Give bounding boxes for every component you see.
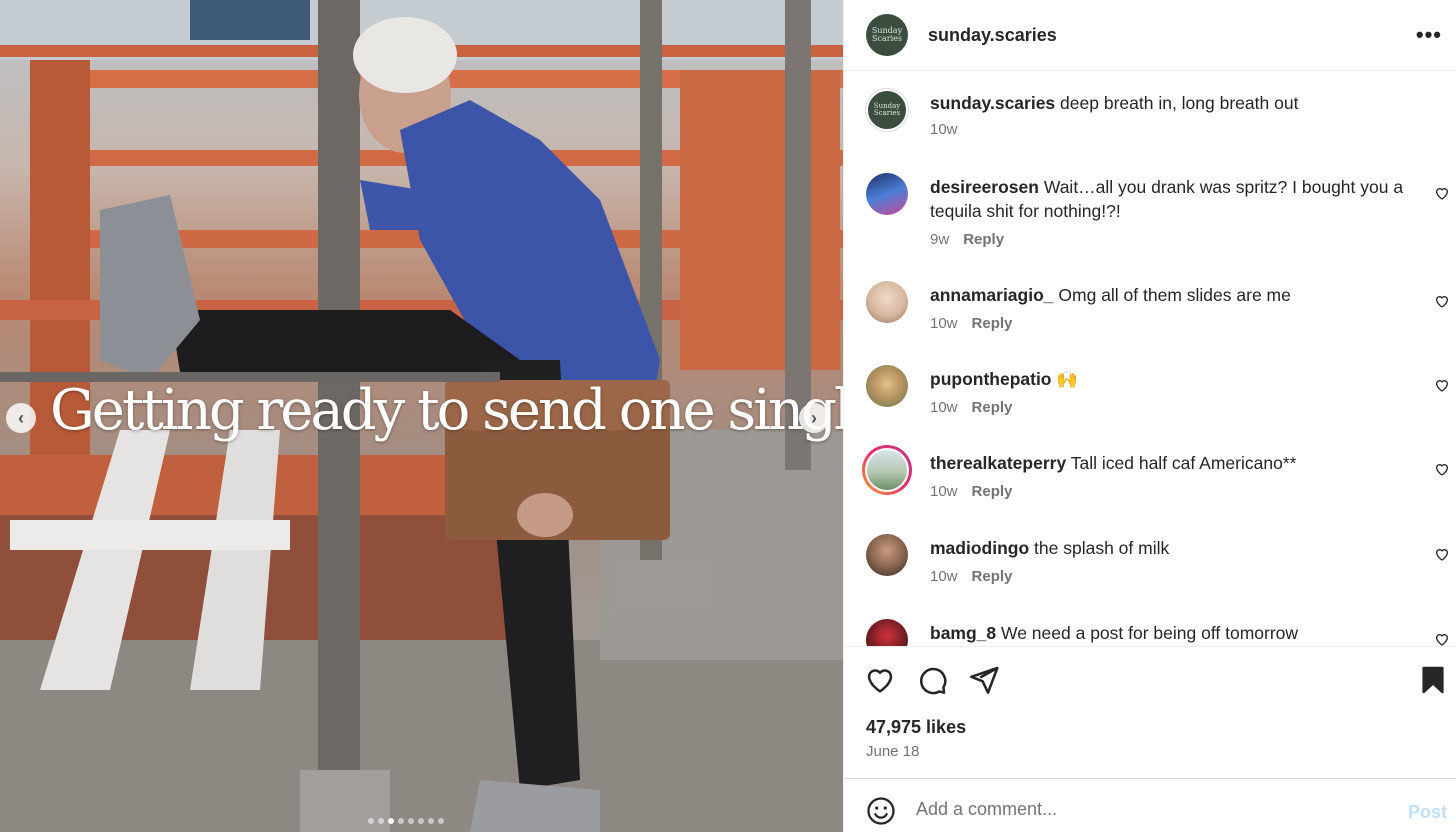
chevron-right-icon: › [811, 407, 817, 428]
post-comment-button[interactable]: Post [1408, 802, 1447, 823]
reply-button[interactable]: Reply [972, 399, 1013, 416]
avatar[interactable] [866, 619, 908, 646]
caption-text: deep breath in, long breath out [1060, 93, 1299, 113]
like-heart-icon[interactable] [864, 664, 896, 696]
avatar [867, 450, 907, 490]
heart-icon[interactable] [1434, 546, 1450, 562]
avatar[interactable] [866, 281, 908, 323]
comment-meta: 10w Reply [930, 315, 1012, 332]
story-ring[interactable] [862, 445, 912, 495]
story-ring-gap [865, 448, 909, 492]
comment-text: the splash of milk [1034, 538, 1170, 558]
share-send-icon[interactable] [968, 664, 1000, 696]
brand-avatar-line: Scaries [873, 109, 901, 117]
likes-count[interactable]: 47,975 likes [866, 717, 966, 738]
comment-time[interactable]: 10w [930, 568, 958, 585]
caption-time[interactable]: 10w [930, 121, 958, 138]
heart-icon[interactable] [1434, 461, 1450, 477]
heart-icon[interactable] [1434, 185, 1450, 201]
comment-text-block: desireerosen Wait…all you drank was spri… [930, 175, 1430, 223]
slide-indicator [368, 818, 444, 824]
comment-text-block: therealkateperry Tall iced half caf Amer… [930, 451, 1430, 475]
comment-text-block: bamg_8 We need a post for being off tomo… [930, 621, 1430, 645]
comment-username[interactable]: therealkateperry [930, 453, 1066, 473]
comment-text: 🙌 [1056, 369, 1079, 389]
comment-text-block: puponthepatio 🙌 [930, 367, 1430, 391]
post-author-username[interactable]: sunday.scaries [928, 25, 1057, 46]
comment-time[interactable]: 10w [930, 399, 958, 416]
avatar[interactable] [866, 534, 908, 576]
comment-username[interactable]: bamg_8 [930, 623, 996, 643]
comment-text: Omg all of them slides are me [1058, 285, 1291, 305]
add-comment-bar: Post [844, 778, 1456, 832]
comment-input[interactable] [916, 793, 1376, 825]
slide-dot [408, 818, 414, 824]
slide-dot [378, 818, 384, 824]
comment-time[interactable]: 10w [930, 483, 958, 500]
emoji-icon[interactable] [866, 796, 896, 826]
heart-icon[interactable] [1434, 293, 1450, 309]
slide-dot [398, 818, 404, 824]
post-header: Sunday Scaries sunday.scaries ••• [844, 0, 1456, 71]
slide-dot-active [388, 818, 394, 824]
more-horizontal-icon[interactable]: ••• [1416, 22, 1442, 48]
post-media[interactable]: Getting ready to send one single email ‹… [0, 0, 843, 832]
slide-dot [438, 818, 444, 824]
comment-username[interactable]: desireerosen [930, 177, 1039, 197]
comment-text: We need a post for being off tomorrow [1001, 623, 1299, 643]
comment-username[interactable]: puponthepatio [930, 369, 1052, 389]
comment-text: Tall iced half caf Americano** [1070, 453, 1297, 473]
bookmark-icon[interactable] [1417, 664, 1449, 696]
comment-meta: 9w Reply [930, 231, 1004, 248]
caption-text-block: sunday.scaries deep breath in, long brea… [930, 91, 1430, 115]
heart-icon[interactable] [1434, 377, 1450, 393]
avatar[interactable] [866, 173, 908, 215]
caption-username[interactable]: sunday.scaries [930, 93, 1055, 113]
reply-button[interactable]: Reply [972, 315, 1013, 332]
brand-avatar-line: Scaries [872, 34, 902, 43]
slide-dot [368, 818, 374, 824]
previous-slide-button[interactable]: ‹ [6, 403, 36, 433]
comment-icon[interactable] [916, 664, 948, 696]
chevron-left-icon: ‹ [18, 407, 24, 428]
comments-list[interactable]: Sunday Scaries sunday.scaries deep breat… [844, 71, 1456, 646]
avatar[interactable]: Sunday Scaries [866, 14, 908, 56]
post-date[interactable]: June 18 [866, 743, 919, 760]
comment-text-block: annamariagio_ Omg all of them slides are… [930, 283, 1430, 307]
heart-icon[interactable] [1434, 631, 1450, 646]
comment-time[interactable]: 9w [930, 231, 949, 248]
comment-meta: 10w Reply [930, 568, 1012, 585]
comment-username[interactable]: annamariagio_ [930, 285, 1054, 305]
avatar[interactable]: Sunday Scaries [866, 89, 908, 131]
media-overlay-text: Getting ready to send one single email [50, 378, 843, 443]
reply-button[interactable]: Reply [972, 483, 1013, 500]
next-slide-button[interactable]: › [799, 403, 829, 433]
avatar[interactable] [866, 365, 908, 407]
reply-button[interactable]: Reply [972, 568, 1013, 585]
comment-meta: 10w Reply [930, 399, 1012, 416]
post-actions: 47,975 likes June 18 [844, 646, 1456, 778]
reply-button[interactable]: Reply [963, 231, 1004, 248]
comment-meta: 10w Reply [930, 483, 1012, 500]
post-side-panel: Sunday Scaries sunday.scaries ••• Sunday… [843, 0, 1456, 832]
comment-time[interactable]: 10w [930, 315, 958, 332]
slide-dot [428, 818, 434, 824]
caption-meta: 10w [930, 121, 958, 138]
comment-username[interactable]: madiodingo [930, 538, 1029, 558]
comment-text-block: madiodingo the splash of milk [930, 536, 1430, 560]
slide-dot [418, 818, 424, 824]
